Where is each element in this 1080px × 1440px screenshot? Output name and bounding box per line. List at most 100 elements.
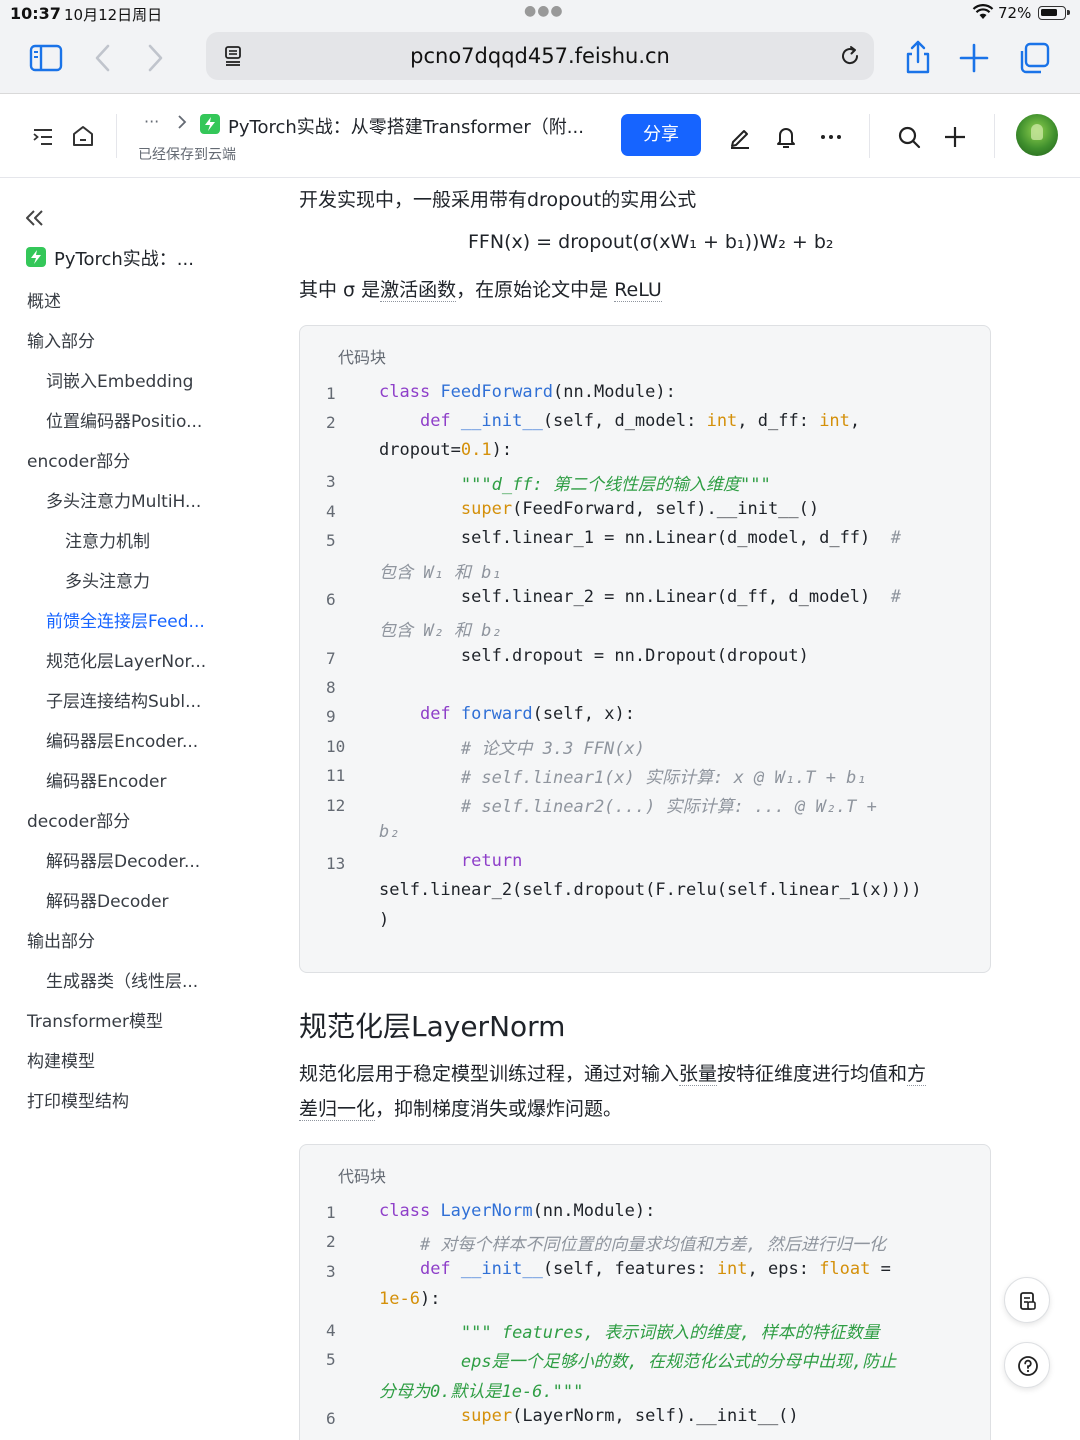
- outline-item[interactable]: 规范化层LayerNor...: [46, 647, 206, 672]
- glossary-link[interactable]: 方: [907, 1063, 927, 1086]
- outline-item[interactable]: 打印模型结构: [27, 1087, 129, 1112]
- battery-icon: [1038, 6, 1070, 20]
- code-line: b₂: [379, 822, 400, 842]
- line-number: 3: [326, 472, 336, 492]
- outline-item[interactable]: 子层连接结构Subl...: [46, 687, 201, 712]
- section-heading: 规范化层LayerNorm: [299, 1010, 566, 1043]
- doc-lightning-icon: [26, 247, 46, 267]
- code-line: self.linear_1 = nn.Linear(d_model, d_ff)…: [379, 528, 901, 548]
- text: ，抑制梯度消失或爆炸问题。: [375, 1098, 623, 1120]
- line-number: 2: [326, 1232, 336, 1252]
- outline-item[interactable]: 生成器类（线性层...: [46, 967, 198, 992]
- code-line: super(FeedForward, self).__init__(): [460, 499, 820, 519]
- line-number: 9: [326, 707, 336, 727]
- outline-item[interactable]: 多头注意力: [65, 567, 150, 592]
- more-options-icon[interactable]: [818, 124, 844, 150]
- home-icon[interactable]: [70, 123, 96, 149]
- line-number: 6: [326, 1408, 336, 1428]
- help-button[interactable]: [1004, 1342, 1050, 1388]
- code-line: ): [379, 910, 390, 930]
- multitasking-dots-icon[interactable]: ●●●: [524, 3, 564, 19]
- paragraph: 开发实现中，一般采用带有dropout的实用公式: [299, 189, 697, 211]
- battery-percent: 72%: [998, 4, 1032, 22]
- collapse-sidebar-icon[interactable]: [24, 207, 46, 229]
- reload-icon[interactable]: [838, 44, 862, 68]
- outline-item[interactable]: 编码器Encoder: [46, 767, 167, 792]
- outline-toggle-icon[interactable]: [30, 124, 56, 150]
- line-number: 12: [326, 795, 346, 815]
- breadcrumb-more[interactable]: ···: [144, 112, 159, 131]
- line-number: 7: [326, 648, 336, 668]
- browser-toolbar: pcno7dqqd457.feishu.cn: [0, 26, 1080, 94]
- paragraph: 其中 σ 是激活函数，在原始论文中是 ReLU: [299, 275, 662, 302]
- glossary-link[interactable]: ReLU: [614, 279, 662, 302]
- outline-item[interactable]: decoder部分: [27, 807, 130, 832]
- text: ，在原始论文中是: [456, 279, 615, 301]
- outline-item[interactable]: 解码器Decoder: [46, 887, 169, 912]
- search-icon[interactable]: [896, 124, 922, 150]
- outline-float-button[interactable]: [1004, 1277, 1050, 1323]
- outline-sidebar: PyTorch实战：... 概述 输入部分 词嵌入Embedding 位置编码器Pos…: [0, 179, 262, 1440]
- formula: FFN(x) = dropout(σ(xW₁ + b₁))W₂ + b₂: [468, 231, 834, 253]
- code-line: 分母为0.默认是1e-6.""": [379, 1382, 584, 1402]
- line-number: 1: [326, 384, 336, 403]
- line-number: 10: [326, 736, 346, 756]
- code-block[interactable]: 代码块 1 2 3 4 5 6 class LayerNorm(nn.Module): #…: [299, 1144, 991, 1440]
- status-time: 10:37: [10, 4, 61, 23]
- code-line: def forward(self, x):: [419, 704, 635, 724]
- outline-item[interactable]: 编码器层Encoder...: [46, 727, 198, 752]
- code-line: self.linear_2 = nn.Linear(d_ff, d_model)…: [379, 587, 901, 607]
- edit-pen-icon[interactable]: [727, 124, 753, 150]
- address-bar[interactable]: pcno7dqqd457.feishu.cn: [206, 32, 874, 80]
- divider: [869, 114, 870, 158]
- notification-bell-icon[interactable]: [773, 124, 799, 150]
- glossary-link[interactable]: 激活函数: [380, 279, 457, 302]
- user-avatar[interactable]: [1016, 114, 1058, 156]
- outline-item[interactable]: 输入部分: [27, 327, 95, 352]
- code-line: eps是一个足够小的数, 在规范化公式的分母中出现,防止: [460, 1352, 897, 1372]
- outline-item[interactable]: 前馈全连接层Feed...: [46, 607, 205, 632]
- back-icon[interactable]: [84, 38, 124, 78]
- share-button[interactable]: 分享: [621, 114, 701, 156]
- outline-item[interactable]: 注意力机制: [65, 527, 150, 552]
- document-list-icon: [1020, 1292, 1036, 1310]
- line-number: 6: [326, 589, 336, 609]
- line-number: 5: [326, 1350, 336, 1369]
- save-status: 已经保存到云端: [138, 147, 236, 163]
- glossary-link[interactable]: 张量: [679, 1063, 718, 1086]
- outline-item[interactable]: 位置编码器Positio...: [46, 407, 202, 432]
- code-line: dropout=0.1):: [379, 440, 513, 460]
- sidebar-toggle-icon[interactable]: [26, 38, 66, 78]
- line-number: 1: [326, 1203, 336, 1222]
- code-line: class FeedForward(nn.Module):: [379, 382, 676, 402]
- line-number: 2: [326, 413, 336, 433]
- outline-item[interactable]: 构建模型: [27, 1047, 95, 1072]
- outline-item[interactable]: encoder部分: [27, 447, 130, 472]
- code-line: class LayerNorm(nn.Module):: [379, 1201, 656, 1221]
- add-icon[interactable]: [942, 124, 968, 150]
- glossary-link[interactable]: 差归一化: [299, 1098, 376, 1121]
- code-line: # 对每个样本不同位置的向量求均值和方差, 然后进行归一化: [419, 1235, 886, 1255]
- line-number: 4: [326, 1320, 336, 1340]
- code-line: # self.linear1(x) 实际计算: x @ W₁.T + b₁: [460, 768, 867, 788]
- code-line: def __init__(self, features: int, eps: f…: [419, 1259, 891, 1279]
- outline-item[interactable]: 解码器层Decoder...: [46, 847, 200, 872]
- forward-icon[interactable]: [134, 38, 174, 78]
- share-sheet-icon[interactable]: [898, 38, 938, 78]
- tabs-overview-icon[interactable]: [1014, 38, 1054, 78]
- line-number: 3: [326, 1261, 336, 1281]
- outline-item[interactable]: 多头注意力MultiH...: [46, 487, 201, 512]
- code-line: 包含 W₂ 和 b₂: [379, 621, 502, 641]
- paragraph: 规范化层用于稳定模型训练过程，通过对输入张量按特征维度进行均值和方: [299, 1059, 927, 1086]
- code-line: 1e-6):: [379, 1289, 441, 1309]
- doc-lightning-icon: [200, 114, 220, 134]
- outline-item[interactable]: 输出部分: [27, 927, 95, 952]
- text: 规范化层用于稳定模型训练过程，通过对输入: [299, 1063, 680, 1085]
- outline-item[interactable]: 概述: [27, 287, 61, 312]
- new-tab-icon[interactable]: [954, 38, 994, 78]
- line-number: 8: [326, 678, 336, 697]
- document-title[interactable]: PyTorch实战：从零搭建Transformer（附...: [228, 113, 584, 139]
- outline-item[interactable]: 词嵌入Embedding: [46, 367, 193, 392]
- outline-item[interactable]: Transformer模型: [27, 1007, 163, 1032]
- code-block[interactable]: 代码块 1 2 3 4 5 6 7 8 9 10 11 12 13 class FeedForward(…: [299, 325, 991, 973]
